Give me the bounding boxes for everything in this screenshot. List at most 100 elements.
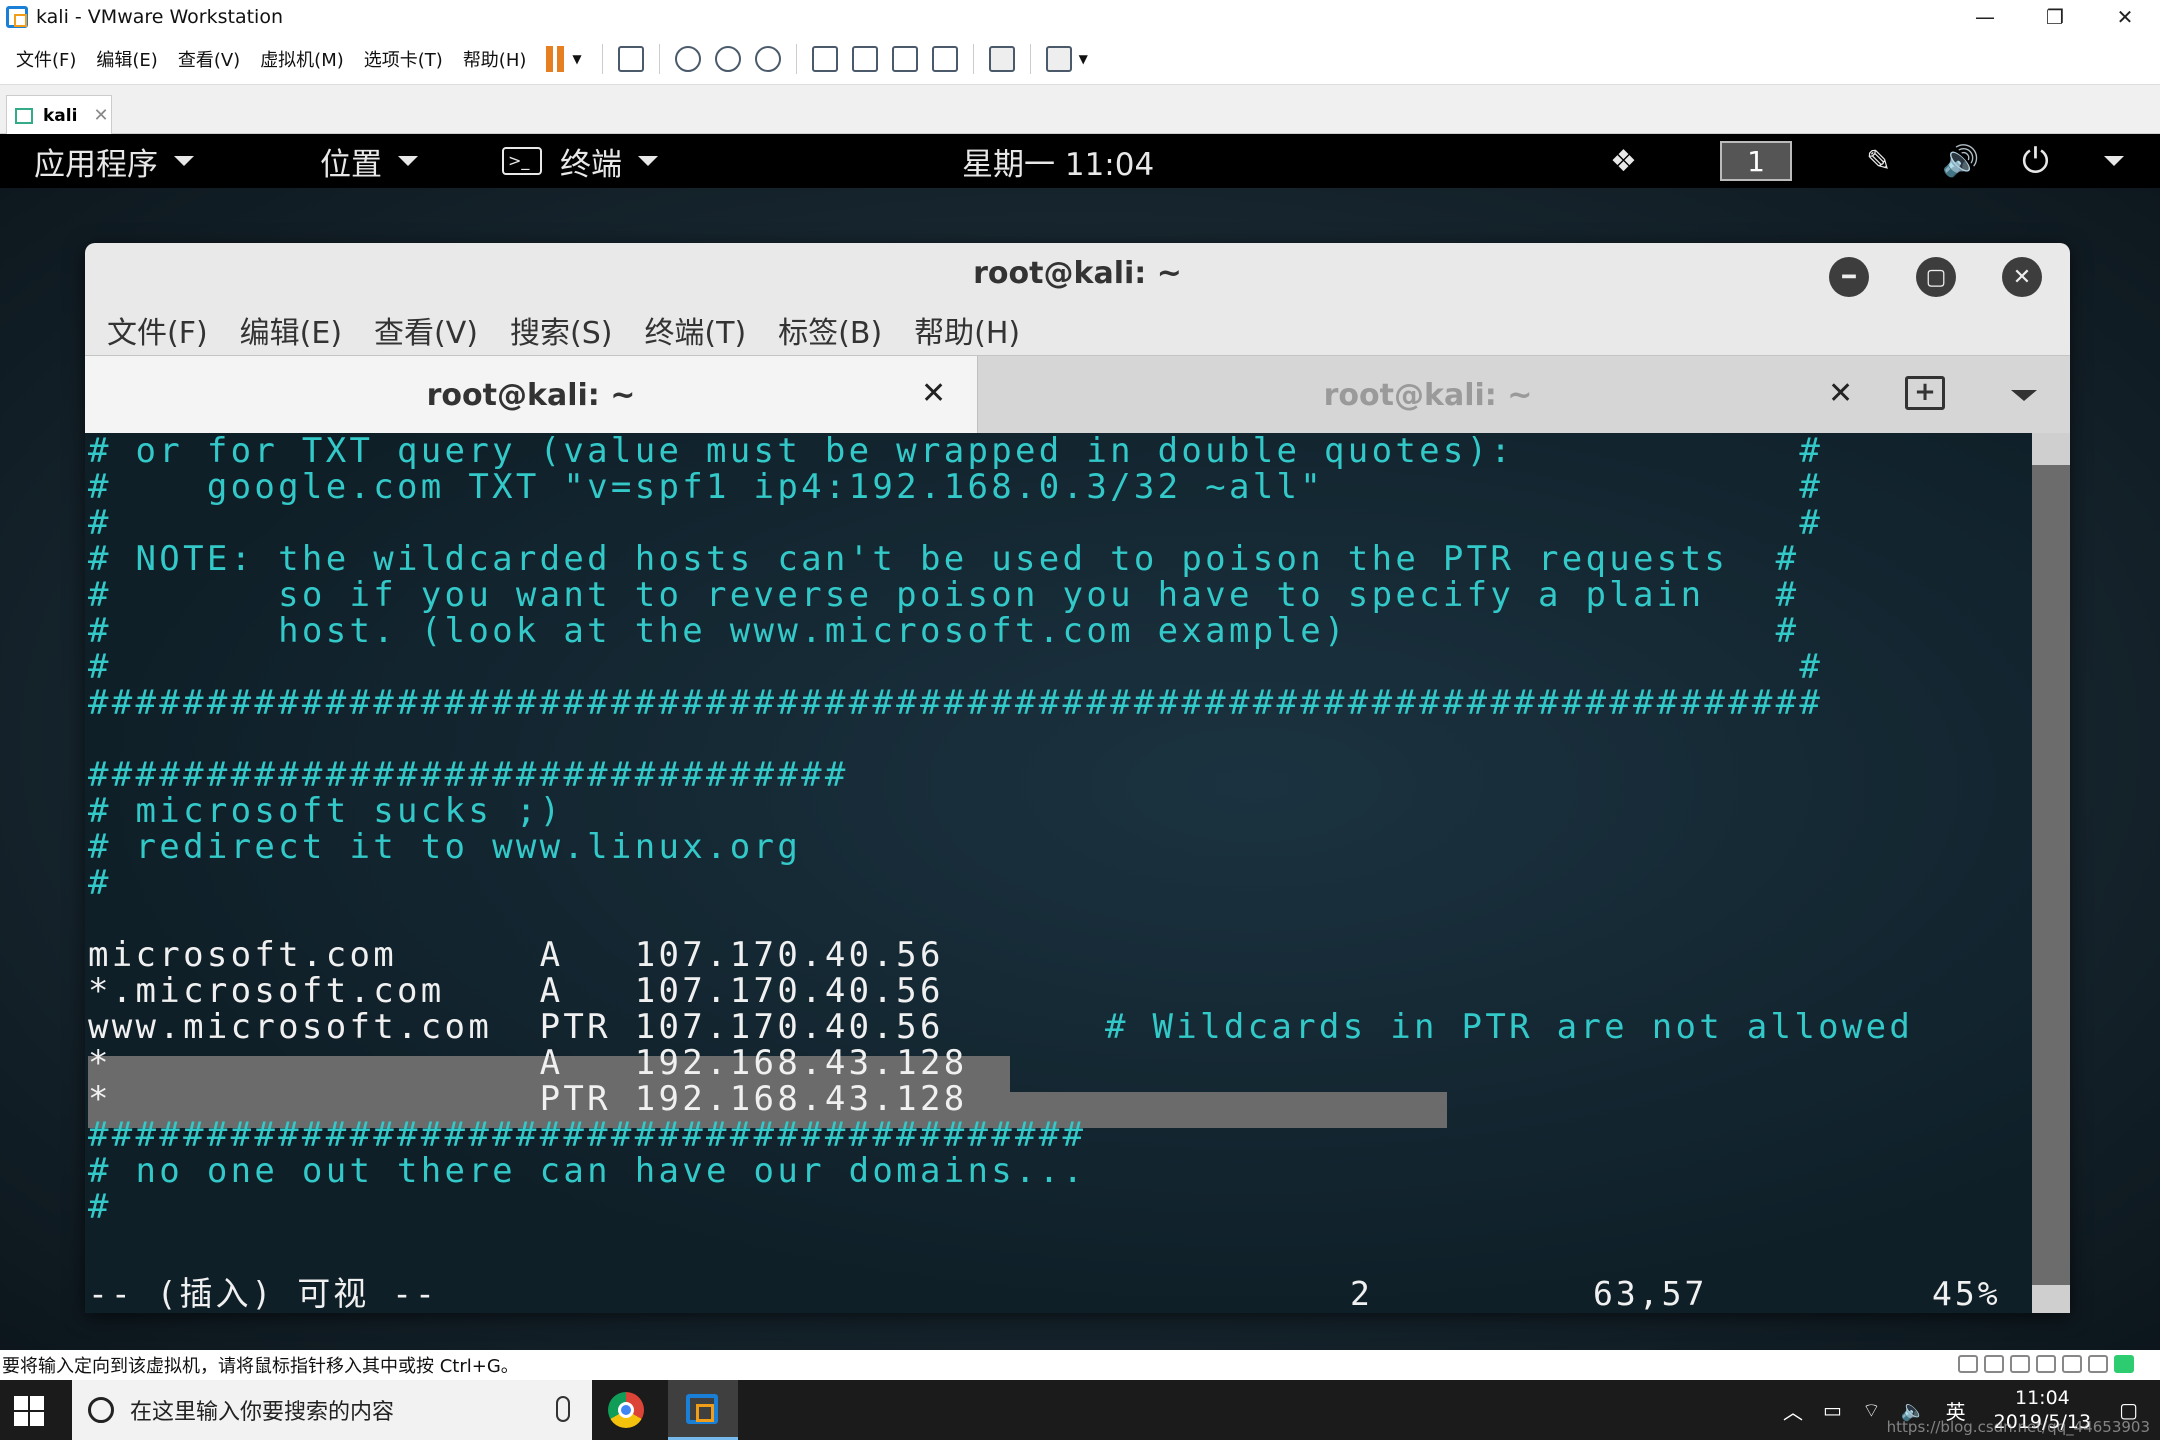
ptr-comment: # Wildcards in PTR are not allowed bbox=[1105, 1007, 1914, 1047]
menu-edit[interactable]: 编辑(E) bbox=[224, 308, 358, 352]
network-adapter-icon[interactable] bbox=[2010, 1355, 2030, 1373]
chevron-down-icon[interactable] bbox=[2011, 390, 2037, 401]
terminal-body[interactable]: # or for TXT query (value must be wrappe… bbox=[85, 433, 2032, 1313]
tab-label: root@kali: ~ bbox=[426, 377, 636, 413]
gnome-top-bar: 应用程序 位置 >_ 终端 星期一 11:04 ❖ 1 ✎ 🔊 ⏻ bbox=[0, 134, 2160, 188]
workspace-indicator[interactable]: 1 bbox=[1720, 141, 1792, 181]
menu-view[interactable]: 查看(V) bbox=[358, 308, 494, 352]
terminal-line: microsoft.com A 107.170.40.56 bbox=[88, 935, 944, 975]
people-icon[interactable]: ❖ bbox=[1610, 134, 1637, 188]
menu-file[interactable]: 文件(F) bbox=[85, 308, 224, 352]
volume-icon[interactable]: 🔊 bbox=[1942, 134, 1979, 188]
printer-icon[interactable] bbox=[2036, 1355, 2056, 1373]
snapshot-manager-icon[interactable] bbox=[754, 46, 781, 72]
windows-start-icon[interactable] bbox=[14, 1396, 44, 1426]
minimize-button[interactable]: ━ bbox=[1829, 257, 1869, 297]
new-tab-icon[interactable]: + bbox=[1905, 376, 1945, 410]
terminal-line: * PTR 192.168.43.128 bbox=[88, 1079, 968, 1119]
unity-icon[interactable] bbox=[931, 46, 958, 72]
terminal-line: # redirect it to www.linux.org bbox=[88, 827, 802, 867]
tab-kali[interactable]: kali ✕ bbox=[6, 95, 112, 135]
chevron-up-icon[interactable]: ︿ bbox=[1783, 1396, 1803, 1425]
chrome-icon[interactable] bbox=[608, 1392, 644, 1428]
tab-label: kali bbox=[43, 105, 78, 126]
menu-file[interactable]: 文件(F) bbox=[0, 46, 86, 72]
close-icon[interactable]: ✕ bbox=[1828, 376, 1853, 411]
guest-screen[interactable]: 应用程序 位置 >_ 终端 星期一 11:04 ❖ 1 ✎ 🔊 ⏻ root@k… bbox=[0, 134, 2160, 1350]
tab-label: root@kali: ~ bbox=[1323, 377, 1533, 413]
close-button[interactable]: ✕ bbox=[2002, 257, 2042, 297]
menu-tabs[interactable]: 选项卡(T) bbox=[354, 46, 453, 72]
wifi-icon[interactable]: ⌔ bbox=[1862, 1398, 1881, 1423]
vim-mode: -- (插入) 可视 -- bbox=[88, 1274, 438, 1313]
network-icon[interactable]: ✎ bbox=[1866, 134, 1891, 188]
microphone-icon[interactable] bbox=[556, 1396, 570, 1422]
terminal-tab[interactable]: root@kali: ~ ✕ bbox=[978, 356, 1878, 434]
system-menu[interactable] bbox=[2088, 134, 2124, 188]
camera-icon[interactable] bbox=[2088, 1355, 2108, 1373]
close-button[interactable]: ✕ bbox=[2090, 0, 2160, 34]
terminal-scrollbar[interactable] bbox=[2032, 433, 2070, 1313]
snapshot-icon[interactable] bbox=[674, 46, 701, 72]
close-icon[interactable]: ✕ bbox=[93, 105, 108, 126]
maximize-button[interactable]: ▢ bbox=[1916, 257, 1956, 297]
sound-icon[interactable] bbox=[2062, 1355, 2082, 1373]
message-icon[interactable] bbox=[2114, 1355, 2134, 1373]
terminal-line: ################################ bbox=[88, 755, 849, 795]
terminal-line: # or for TXT query (value must be wrappe… bbox=[88, 433, 1824, 471]
vmware-statusbar: 要将输入定向到该虚拟机，请将鼠标指针移入其中或按 Ctrl+G。 bbox=[0, 1350, 2160, 1380]
menu-tabs[interactable]: 标签(B) bbox=[762, 308, 898, 352]
clock[interactable]: 星期一 11:04 bbox=[962, 134, 1154, 188]
thumbnail-icon[interactable] bbox=[851, 46, 878, 72]
chevron-down-icon[interactable]: ▼ bbox=[1079, 52, 1088, 66]
stretch-icon[interactable] bbox=[1045, 46, 1072, 72]
menu-view[interactable]: 查看(V) bbox=[168, 46, 250, 72]
menu-search[interactable]: 搜索(S) bbox=[494, 308, 628, 352]
windows-taskbar: 在这里输入你要搜索的内容 ︿ ▭ ⌔ 🔈 英 11:04 2019/5/13 ▢… bbox=[0, 1380, 2160, 1440]
chevron-down-icon bbox=[2104, 156, 2124, 166]
terminal-line: *.microsoft.com A 107.170.40.56 bbox=[88, 971, 944, 1011]
vmware-titlebar: kali - VMware Workstation — ❐ ✕ bbox=[0, 0, 2160, 34]
taskbar-time: 11:04 bbox=[2015, 1387, 2070, 1409]
menu-edit[interactable]: 编辑(E) bbox=[86, 46, 167, 72]
chevron-down-icon bbox=[174, 156, 194, 166]
terminal-line: www.microsoft.com PTR 107.170.40.56 bbox=[88, 1007, 944, 1047]
search-placeholder: 在这里输入你要搜索的内容 bbox=[130, 1400, 395, 1425]
taskbar-search[interactable]: 在这里输入你要搜索的内容 bbox=[72, 1380, 592, 1440]
terminal-line: ########################################… bbox=[88, 1115, 1087, 1155]
hdd-icon[interactable] bbox=[1958, 1355, 1978, 1373]
power-icon[interactable]: ⏻ bbox=[2022, 134, 2049, 188]
restore-button[interactable]: ❐ bbox=[2020, 0, 2090, 34]
terminal-line: # # bbox=[88, 647, 1824, 687]
menu-vm[interactable]: 虚拟机(M) bbox=[250, 46, 354, 72]
vmware-logo-icon bbox=[6, 6, 28, 28]
terminal-line: # google.com TXT "v=spf1 ip4:192.168.0.3… bbox=[88, 467, 1824, 507]
menu-help[interactable]: 帮助(H) bbox=[453, 46, 537, 72]
scroll-up-icon[interactable] bbox=[2032, 433, 2070, 465]
pause-icon[interactable] bbox=[546, 46, 568, 72]
cdrom-icon[interactable] bbox=[1984, 1355, 2004, 1373]
terminal-line: # host. (look at the www.microsoft.com e… bbox=[88, 611, 1800, 651]
close-icon[interactable]: ✕ bbox=[921, 376, 946, 411]
console-view-icon[interactable] bbox=[988, 46, 1015, 72]
battery-icon[interactable]: ▭ bbox=[1823, 1398, 1842, 1422]
window-title: kali - VMware Workstation bbox=[36, 6, 283, 28]
vmware-menubar: 文件(F) 编辑(E) 查看(V) 虚拟机(M) 选项卡(T) 帮助(H) ▼ … bbox=[0, 34, 2160, 84]
terminal-line: # NOTE: the wildcarded hosts can't be us… bbox=[88, 539, 1800, 579]
places-menu[interactable]: 位置 bbox=[320, 134, 418, 188]
terminal-menu[interactable]: >_ 终端 bbox=[502, 134, 658, 188]
fullscreen-icon[interactable] bbox=[891, 46, 918, 72]
vmware-taskbar-button[interactable] bbox=[668, 1380, 738, 1440]
terminal-tab-active[interactable]: root@kali: ~ ✕ bbox=[85, 356, 978, 434]
scroll-down-icon[interactable] bbox=[2032, 1285, 2070, 1313]
terminal-line: ########################################… bbox=[88, 683, 1824, 723]
send-keys-icon[interactable] bbox=[617, 46, 644, 72]
library-icon[interactable] bbox=[811, 46, 838, 72]
minimize-button[interactable]: — bbox=[1950, 0, 2020, 34]
revert-snapshot-icon[interactable] bbox=[714, 46, 741, 72]
chevron-down-icon[interactable]: ▼ bbox=[572, 52, 581, 66]
cortana-icon bbox=[88, 1397, 114, 1423]
menu-terminal[interactable]: 终端(T) bbox=[628, 308, 762, 352]
menu-help[interactable]: 帮助(H) bbox=[898, 308, 1036, 352]
applications-menu[interactable]: 应用程序 bbox=[34, 134, 194, 188]
